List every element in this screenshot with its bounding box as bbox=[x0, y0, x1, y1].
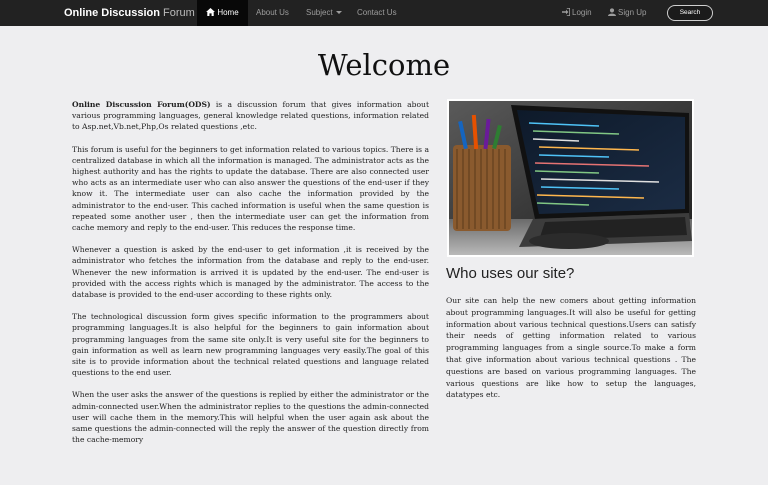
nav-contact-label: Contact Us bbox=[357, 8, 397, 17]
laptop-code-photo bbox=[447, 99, 694, 257]
search-button[interactable]: Search bbox=[667, 5, 713, 21]
intro-bold: Online Discussion Forum(ODS) bbox=[72, 100, 211, 109]
sidebar-text: Our site can help the new comers about g… bbox=[446, 296, 696, 400]
main-content: Online Discussion Forum(ODS) is a discus… bbox=[72, 99, 429, 456]
home-icon bbox=[206, 8, 216, 16]
paragraph-4: The technological discussion form gives … bbox=[72, 312, 429, 378]
nav-signup-label: Sign Up bbox=[618, 8, 647, 17]
nav-subject-dropdown[interactable]: Subject bbox=[306, 0, 342, 26]
brand-link[interactable]: Online Discussion Forum bbox=[64, 0, 195, 26]
nav-login-label: Login bbox=[572, 8, 592, 17]
paragraph-3: Whenever a question is asked by the end-… bbox=[72, 245, 429, 300]
top-navbar: Online Discussion Forum Home About Us Su… bbox=[0, 0, 768, 26]
login-icon bbox=[562, 8, 570, 16]
caret-down-icon bbox=[335, 11, 342, 14]
brand-name-light: Forum bbox=[163, 7, 195, 19]
nav-home[interactable]: Home bbox=[197, 0, 248, 26]
nav-subject-label: Subject bbox=[306, 8, 333, 17]
sidebar-title: Who uses our site? bbox=[446, 265, 575, 282]
nav-about-label: About Us bbox=[256, 8, 289, 17]
laptop-image bbox=[449, 101, 692, 255]
intro-paragraph: Online Discussion Forum(ODS) is a discus… bbox=[72, 99, 429, 133]
paragraph-2: This forum is useful for the beginners t… bbox=[72, 144, 429, 233]
nav-home-label: Home bbox=[217, 8, 239, 17]
nav-contact[interactable]: Contact Us bbox=[357, 0, 397, 26]
nav-about[interactable]: About Us bbox=[256, 0, 289, 26]
nav-signup[interactable]: Sign Up bbox=[608, 0, 646, 26]
page-title: Welcome bbox=[317, 48, 451, 82]
user-icon bbox=[608, 8, 616, 16]
nav-login[interactable]: Login bbox=[562, 0, 592, 26]
brand-name-bold: Online Discussion bbox=[64, 7, 160, 19]
paragraph-5: When the user asks the answer of the que… bbox=[72, 390, 429, 445]
